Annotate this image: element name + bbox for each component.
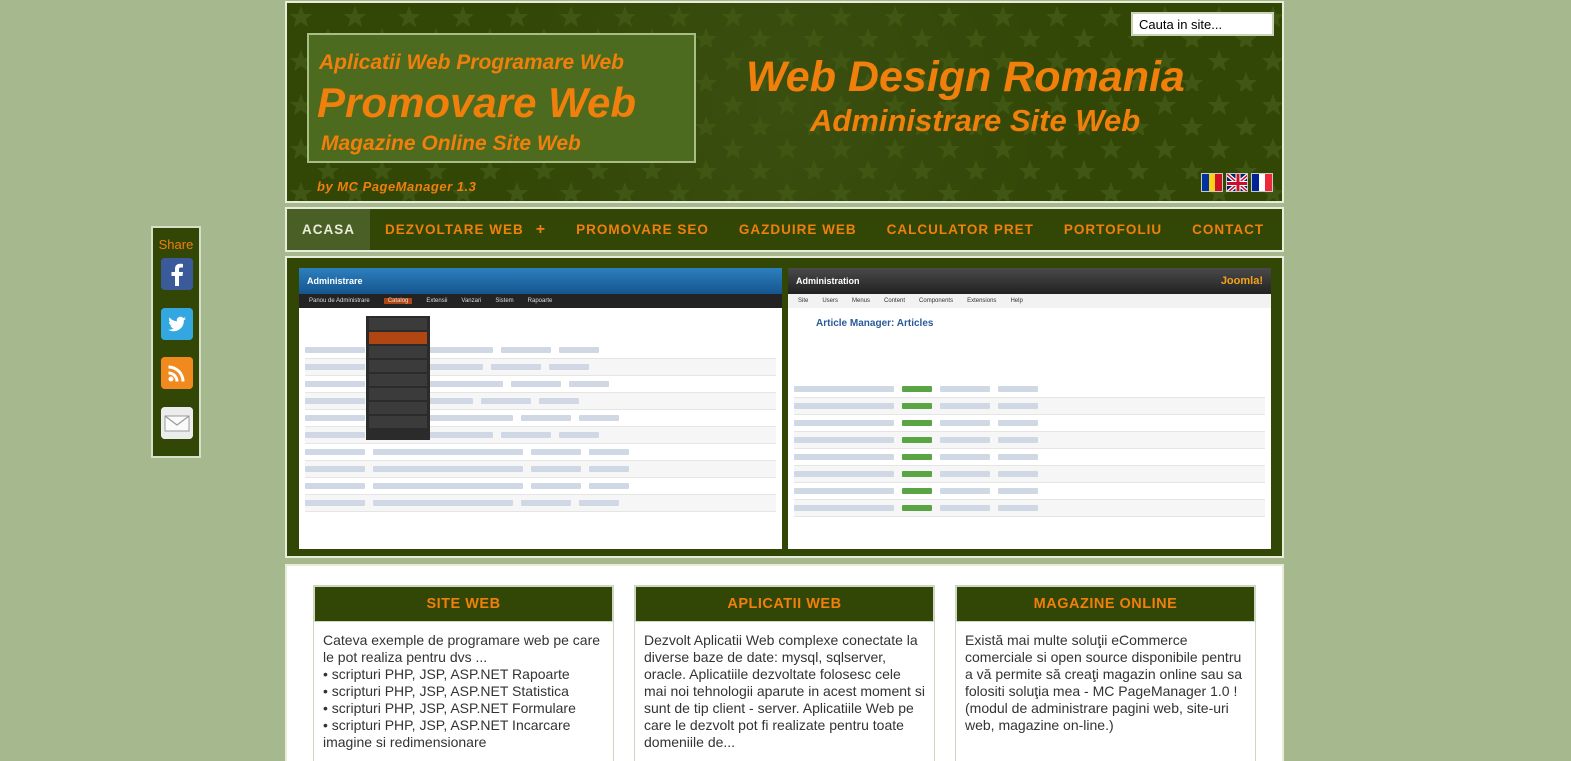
table-row (794, 466, 1265, 483)
nav-item-calculator-pret[interactable]: CALCULATOR PRET (872, 209, 1049, 250)
box-body: Cateva exemple de programare web pe care… (314, 622, 613, 751)
table-row (794, 398, 1265, 415)
nav-item-dezvoltare-web[interactable]: DEZVOLTARE WEB + (370, 209, 561, 250)
screenshot-menu-item: Menus (852, 298, 871, 304)
email-share-button[interactable] (161, 407, 193, 439)
table-row (794, 432, 1265, 449)
screenshot-menu-item: Help (1010, 298, 1023, 304)
header-tagline-box: Aplicatii Web Programare Web Promovare W… (307, 33, 696, 163)
box-title[interactable]: SITE WEB (314, 586, 613, 622)
dropdown-item (369, 416, 427, 428)
nav-item-contact[interactable]: CONTACT (1177, 209, 1279, 250)
nav-label: PORTOFOLIU (1063, 222, 1163, 237)
nav-item-portofoliu[interactable]: PORTOFOLIU (1049, 209, 1177, 250)
table-row (305, 495, 776, 512)
search-input[interactable] (1131, 12, 1274, 36)
site-subtitle: Administrare Site Web (810, 103, 1141, 138)
box-title[interactable]: APLICATII WEB (635, 586, 934, 622)
nav-item-gazduire-web[interactable]: GAZDUIRE WEB (724, 209, 872, 250)
screenshot-titlebar: Administration Joomla! (788, 268, 1271, 294)
tagline-line1: Aplicatii Web Programare Web (319, 51, 624, 74)
main-nav: ACASA DEZVOLTARE WEB + PROMOVARE SEO GAZD… (285, 207, 1284, 252)
rss-icon (161, 357, 193, 389)
screenshot-menu-item: Site (798, 298, 809, 304)
screenshot-menu-item: Extensii (426, 298, 448, 304)
flag-uk-icon[interactable] (1226, 173, 1248, 192)
screenshot-joomla-articles[interactable]: Administration Joomla! Site Users Menus … (788, 268, 1271, 549)
box-aplicatii-web: APLICATII WEB Dezvolt Aplicatii Web comp… (634, 585, 935, 761)
box-site-web: SITE WEB Cateva exemple de programare we… (313, 585, 614, 761)
screenshot-menu-item: Users (822, 298, 839, 304)
table-row (794, 449, 1265, 466)
content-area: SITE WEB Cateva exemple de programare we… (285, 564, 1284, 761)
share-label: Share (158, 237, 194, 252)
byline: by MC PageManager 1.3 (317, 179, 477, 194)
nav-label: GAZDUIRE WEB (738, 222, 857, 237)
site-title: Web Design Romania (746, 53, 1185, 101)
box-text: Cateva exemple de programare web pe care… (323, 632, 601, 750)
language-selector (1201, 173, 1273, 192)
joomla-logo-icon: Joomla! (1220, 275, 1263, 287)
dropdown-item (369, 318, 427, 330)
flag-fr-icon[interactable] (1251, 173, 1273, 192)
screenshot-menu-item: Content (884, 298, 906, 304)
screenshot-menu: Site Users Menus Content Components Exte… (788, 294, 1271, 308)
uk-flag-graphic (1227, 174, 1247, 191)
screenshot-admin-panel[interactable]: Administrare Panou de Administrare Catal… (299, 268, 782, 549)
nav-label: CONTACT (1192, 222, 1265, 237)
dropdown-item (369, 374, 427, 386)
site-header: Aplicatii Web Programare Web Promovare W… (285, 1, 1284, 203)
screenshot-dropdown-menu (366, 316, 430, 440)
dropdown-item (369, 332, 427, 344)
email-icon (161, 407, 193, 439)
screenshot-title: Administration (796, 276, 860, 286)
rss-share-button[interactable] (161, 357, 193, 389)
twitter-icon (161, 308, 193, 340)
facebook-icon (161, 258, 193, 290)
screenshot-heading: Article Manager: Articles (816, 318, 934, 329)
dropdown-item (369, 360, 427, 372)
screenshot-menu: Panou de Administrare Catalog Extensii V… (299, 294, 782, 308)
dropdown-item (369, 346, 427, 358)
dropdown-item (369, 402, 427, 414)
portfolio-slider: Administrare Panou de Administrare Catal… (285, 256, 1284, 558)
box-text: Dezvolt Aplicatii Web complexe conectate… (644, 632, 925, 750)
nav-label: DEZVOLTARE WEB (385, 222, 524, 237)
nav-label: ACASA (302, 222, 356, 237)
nav-item-acasa[interactable]: ACASA (287, 209, 371, 250)
screenshot-menu-item: Sistem (495, 298, 514, 304)
table-row (305, 444, 776, 461)
table-row (794, 500, 1265, 517)
nav-item-promovare-seo[interactable]: PROMOVARE SEO (561, 209, 724, 250)
screenshot-menu-item: Extensions (967, 298, 997, 304)
tagline-line3: Magazine Online Site Web (321, 132, 581, 155)
screenshot-table (788, 377, 1271, 521)
screenshot-menu-item: Vanzari (461, 298, 482, 304)
box-body: Există mai multe soluţii eCommerce comer… (956, 622, 1255, 734)
share-panel: Share (151, 226, 201, 458)
flag-ro-icon[interactable] (1201, 173, 1223, 192)
twitter-share-button[interactable] (161, 308, 193, 340)
screenshot-menu-item: Components (919, 298, 954, 304)
box-text: Există mai multe soluţii eCommerce comer… (965, 632, 1243, 733)
screenshot-titlebar: Administrare (299, 268, 782, 294)
nav-label: CALCULATOR PRET (886, 222, 1034, 237)
table-row (794, 415, 1265, 432)
table-row (794, 381, 1265, 398)
nav-label: PROMOVARE SEO (576, 222, 709, 237)
table-row (305, 478, 776, 495)
dropdown-item (369, 388, 427, 400)
table-row (305, 461, 776, 478)
screenshot-title: Administrare (307, 276, 363, 286)
box-title[interactable]: MAGAZINE ONLINE (956, 586, 1255, 622)
screenshot-menu-item: Catalog (383, 298, 413, 304)
screenshot-menu-item: Rapoarte (527, 298, 553, 304)
tagline-main: Promovare Web (317, 79, 636, 126)
table-row (794, 483, 1265, 500)
box-body: Dezvolt Aplicatii Web complexe conectate… (635, 622, 934, 751)
screenshot-menu-item: Panou de Administrare (309, 298, 370, 304)
submenu-plus-icon: + (535, 220, 547, 238)
box-magazine-online: MAGAZINE ONLINE Există mai multe soluţii… (955, 585, 1256, 761)
facebook-share-button[interactable] (161, 258, 193, 290)
